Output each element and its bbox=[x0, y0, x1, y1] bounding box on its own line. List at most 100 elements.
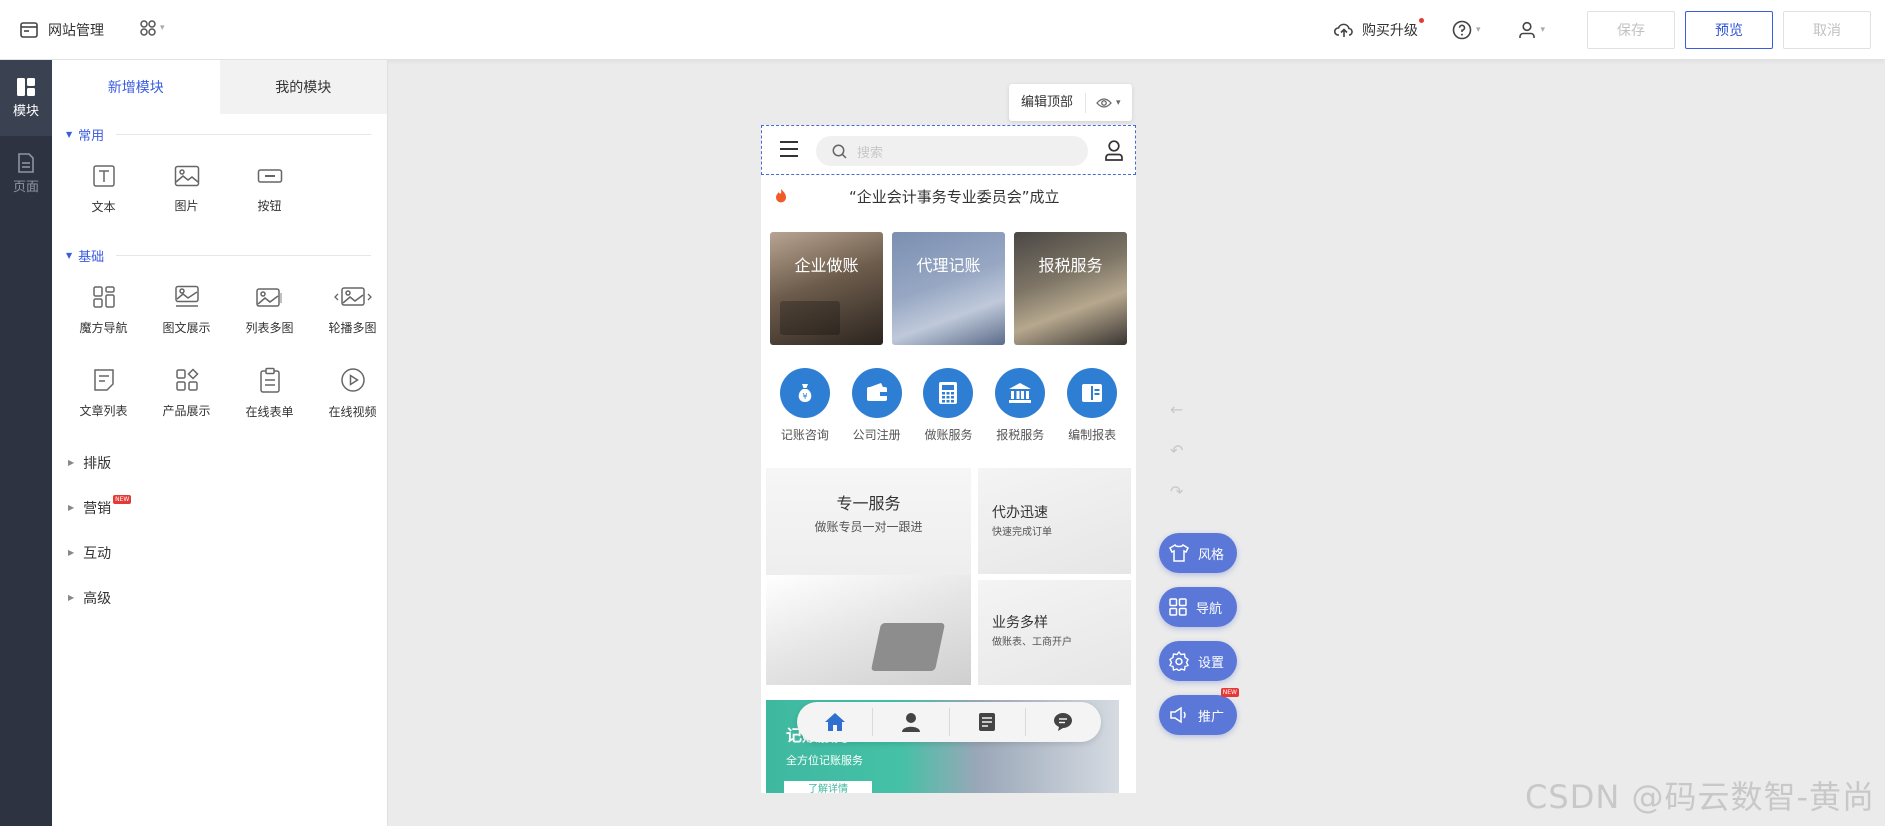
module-label: 轮播多图 bbox=[328, 321, 377, 335]
module-carousel[interactable]: 轮播多图 bbox=[311, 269, 394, 352]
settings-button[interactable]: 设置 bbox=[1159, 641, 1237, 681]
calculator-icon bbox=[939, 382, 958, 404]
section-title: 常用 bbox=[78, 128, 105, 144]
shirt-icon bbox=[1169, 544, 1189, 562]
tab-user[interactable] bbox=[873, 708, 950, 736]
back-arrow-icon[interactable]: ← bbox=[1170, 400, 1183, 419]
left-rail: 模块 页面 bbox=[0, 60, 52, 826]
caret-down-icon: ▼ bbox=[66, 250, 73, 260]
module-label: 文本 bbox=[91, 200, 116, 214]
section-marketing[interactable]: ▶ 营销 NEW bbox=[68, 485, 387, 530]
caret-right-icon: ▶ bbox=[68, 593, 75, 602]
product-icon bbox=[175, 368, 199, 391]
phone-search-bar[interactable]: 搜索 bbox=[816, 136, 1088, 166]
help-icon bbox=[1452, 20, 1472, 40]
card-label: 报税服务 bbox=[1038, 256, 1103, 275]
visibility-toggle[interactable]: ▾ bbox=[1086, 97, 1121, 109]
service-card[interactable]: 企业做账 bbox=[770, 232, 883, 345]
preview-button[interactable]: 预览 bbox=[1685, 11, 1773, 49]
site-title: 网站管理 bbox=[20, 20, 104, 40]
service-item[interactable]: 编制报表 bbox=[1061, 368, 1123, 443]
card-label: 企业做账 bbox=[794, 256, 859, 275]
module-panel: 新增模块 我的模块 ▼ 常用 文本 图片 按钮 ▼ 基础 魔方导航 图文展示 列… bbox=[52, 60, 388, 826]
chevron-down-icon: ▾ bbox=[1116, 97, 1121, 108]
undo-icon[interactable]: ↶ bbox=[1170, 441, 1183, 460]
chevron-down-icon: ▾ bbox=[160, 23, 165, 33]
button-icon bbox=[257, 169, 282, 183]
style-button[interactable]: 风格 bbox=[1159, 533, 1237, 573]
module-article-list[interactable]: 文章列表 bbox=[62, 352, 145, 435]
service-card[interactable]: 代理记账 bbox=[892, 232, 1005, 345]
caret-right-icon: ▶ bbox=[68, 548, 75, 557]
promo-subtitle: 做账表、工商开户 bbox=[992, 637, 1072, 648]
module-text[interactable]: 文本 bbox=[62, 148, 145, 231]
rail-item-pages[interactable]: 页面 bbox=[0, 136, 52, 212]
module-form[interactable]: 在线表单 bbox=[228, 352, 311, 435]
promo-subtitle: 做账专员一对一跟进 bbox=[814, 520, 923, 534]
module-cube-nav[interactable]: 魔方导航 bbox=[62, 269, 145, 352]
edit-header-toolbar: 编辑顶部 ▾ bbox=[1009, 84, 1132, 121]
tab-my-modules[interactable]: 我的模块 bbox=[219, 60, 387, 114]
module-label: 在线视频 bbox=[328, 405, 377, 419]
wallet-icon bbox=[866, 383, 887, 401]
menu-icon[interactable] bbox=[779, 140, 799, 158]
caret-right-icon: ▶ bbox=[68, 503, 75, 512]
promo-main[interactable]: 专一服务 做账专员一对一跟进 bbox=[766, 468, 971, 685]
rail-item-label: 模块 bbox=[12, 104, 39, 119]
fab-label: 导航 bbox=[1196, 601, 1223, 617]
rail-item-modules[interactable]: 模块 bbox=[0, 60, 52, 136]
module-list-images[interactable]: 列表多图 bbox=[228, 269, 311, 352]
tab-documents[interactable] bbox=[950, 708, 1026, 736]
section-title: 基础 bbox=[78, 249, 105, 265]
section-layout[interactable]: ▶ 排版 bbox=[68, 440, 387, 485]
tab-new-modules[interactable]: 新增模块 bbox=[52, 60, 220, 114]
section-interaction[interactable]: ▶ 互动 bbox=[68, 530, 387, 575]
divider bbox=[116, 133, 371, 135]
service-item[interactable]: 公司注册 bbox=[846, 368, 908, 443]
user-icon[interactable] bbox=[1104, 139, 1124, 161]
fab-label: 设置 bbox=[1198, 655, 1225, 671]
promo-top[interactable]: 代办迅速 快速完成订单 bbox=[978, 468, 1131, 574]
cancel-button[interactable]: 取消 bbox=[1783, 11, 1871, 49]
save-button[interactable]: 保存 bbox=[1587, 11, 1675, 49]
article-list-icon bbox=[93, 369, 114, 391]
tab-messages[interactable] bbox=[1026, 708, 1101, 736]
bank-icon bbox=[1009, 383, 1032, 403]
fire-icon bbox=[776, 189, 786, 203]
section-advanced[interactable]: ▶ 高级 bbox=[68, 575, 387, 620]
phone-header[interactable]: 搜索 bbox=[761, 125, 1136, 175]
module-button[interactable]: 按钮 bbox=[228, 148, 311, 231]
help-menu[interactable]: ▾ bbox=[1452, 20, 1480, 40]
section-common[interactable]: ▼ 常用 bbox=[66, 124, 371, 144]
accounting-photo bbox=[766, 575, 971, 685]
grid-icon bbox=[1169, 598, 1187, 616]
service-item[interactable]: ¥ 记账咨询 bbox=[774, 368, 836, 443]
banner-button[interactable]: 了解详情 bbox=[784, 781, 872, 793]
edit-header-button[interactable]: 编辑顶部 bbox=[1009, 92, 1087, 113]
module-label: 列表多图 bbox=[245, 321, 294, 335]
cube-nav-icon bbox=[92, 286, 115, 308]
notice-bar[interactable]: “企业会计事务专业委员会”成立 bbox=[761, 181, 1136, 211]
module-video[interactable]: 在线视频 bbox=[311, 352, 394, 435]
navigation-button[interactable]: 导航 bbox=[1159, 587, 1237, 627]
apps-menu[interactable]: ▾ bbox=[140, 20, 165, 36]
module-label: 按钮 bbox=[257, 199, 282, 213]
module-image-text[interactable]: 图文展示 bbox=[145, 269, 228, 352]
redo-icon[interactable]: ↷ bbox=[1170, 482, 1183, 501]
upgrade-button[interactable]: 购买升级 bbox=[1333, 18, 1424, 40]
promo-bottom[interactable]: 业务多样 做账表、工商开户 bbox=[978, 580, 1131, 685]
section-basic[interactable]: ▼ 基础 bbox=[66, 245, 371, 265]
module-label: 在线表单 bbox=[245, 405, 294, 419]
divider bbox=[116, 254, 371, 256]
cloud-upload-icon bbox=[1333, 23, 1353, 37]
service-item[interactable]: 报税服务 bbox=[989, 368, 1051, 443]
tab-home[interactable] bbox=[797, 708, 874, 736]
promote-button[interactable]: 推广 NEW bbox=[1159, 688, 1239, 735]
service-item[interactable]: 做账服务 bbox=[917, 368, 979, 443]
module-image[interactable]: 图片 bbox=[145, 148, 228, 231]
module-product[interactable]: 产品展示 bbox=[145, 352, 228, 435]
account-menu[interactable]: ▾ bbox=[1518, 21, 1545, 39]
document-icon bbox=[979, 713, 996, 731]
service-card[interactable]: 报税服务 bbox=[1014, 232, 1127, 345]
text-icon bbox=[92, 165, 115, 187]
